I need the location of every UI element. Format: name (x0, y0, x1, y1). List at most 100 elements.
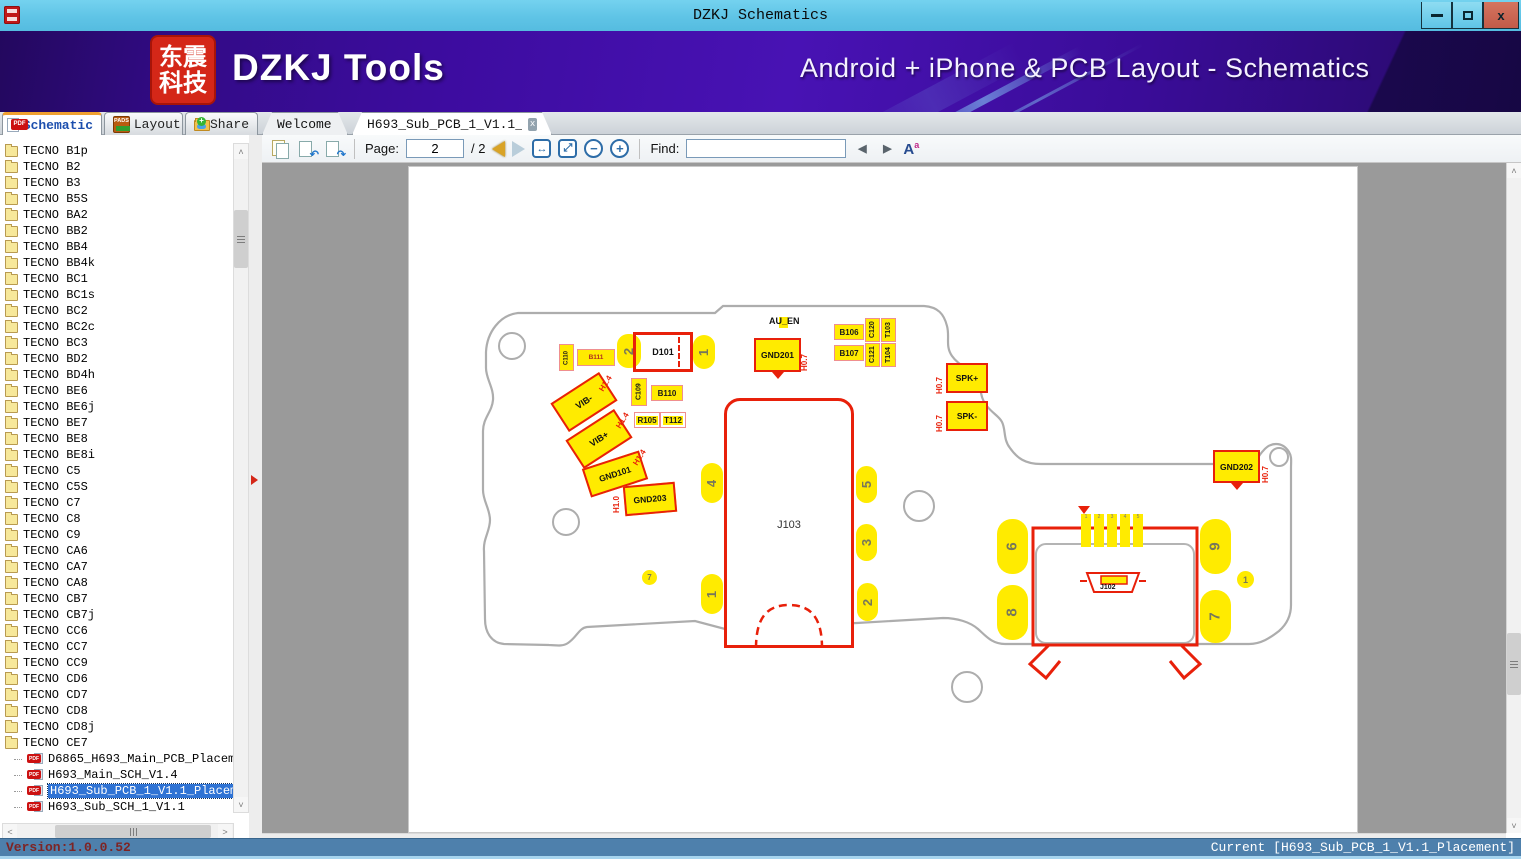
d101-label: D101 (652, 347, 674, 357)
viewer-vertical-scrollbar[interactable]: ˄ ˅ (1506, 163, 1521, 833)
component-c110: C110 (559, 344, 574, 371)
folder-icon (5, 191, 18, 205)
sidebar-folder-item[interactable]: TECNO CB7j (0, 607, 233, 623)
folder-icon (5, 367, 18, 381)
match-case-button[interactable]: Aa (903, 140, 919, 158)
sidebar-folder-item[interactable]: TECNO BE6 (0, 383, 233, 399)
sidebar-folder-item[interactable]: TECNO BE8i (0, 447, 233, 463)
scrollbar-thumb[interactable] (55, 825, 211, 838)
tab-welcome[interactable]: Welcome (262, 112, 348, 135)
pdf-canvas: C110 B111 2 D101 1 AU_EN GND201 H0.7 B10… (262, 163, 1506, 833)
folder-icon (5, 447, 18, 461)
scroll-left-arrow[interactable]: ˂ (3, 824, 17, 839)
sidebar-folder-item[interactable]: TECNO C9 (0, 527, 233, 543)
scroll-down-arrow[interactable]: ˅ (234, 797, 248, 812)
sidebar-folder-item[interactable]: TECNO BA2 (0, 207, 233, 223)
sidebar-folder-item[interactable]: TECNO CB7 (0, 591, 233, 607)
minimize-button[interactable] (1421, 2, 1452, 29)
sidebar-folder-item[interactable]: TECNO B3 (0, 175, 233, 191)
sidebar-folder-item[interactable]: TECNO CC9 (0, 655, 233, 671)
scroll-down-arrow[interactable]: ˅ (1507, 818, 1521, 833)
page-number-input[interactable] (405, 139, 464, 158)
folder-icon (5, 495, 18, 509)
sidebar-folder-item[interactable]: TECNO BD4h (0, 367, 233, 383)
sidebar-folder-item[interactable]: TECNO CD8j (0, 719, 233, 735)
sidebar-file-item-selected[interactable]: PDF H693_Sub_PCB_1_V1.1_Placement (0, 783, 262, 799)
j103-dashed-arch (754, 603, 824, 649)
sidebar-folder-item[interactable]: TECNO C5 (0, 463, 233, 479)
panel-splitter[interactable] (249, 135, 262, 838)
sidebar-folder-item[interactable]: TECNO CC6 (0, 623, 233, 639)
sidebar-folder-item[interactable]: TECNO BB2 (0, 223, 233, 239)
sidebar-folder-item[interactable]: TECNO C7 (0, 495, 233, 511)
sidebar-file-item[interactable]: PDF D6865_H693_Main_PCB_Placement_V2. (0, 751, 286, 767)
sidebar-folder-item[interactable]: TECNO CD8 (0, 703, 233, 719)
scroll-right-arrow[interactable]: ˃ (218, 824, 232, 839)
sidebar-folder-item[interactable]: TECNO BE8 (0, 431, 233, 447)
find-previous-button[interactable]: ◀ (853, 141, 871, 157)
tab-schematic[interactable]: PDF Schematic (2, 112, 102, 135)
sidebar-folder-item[interactable]: TECNO B5S (0, 191, 233, 207)
scroll-up-arrow[interactable]: ˄ (1507, 163, 1521, 178)
sidebar-folder-item[interactable]: TECNO B2 (0, 159, 233, 175)
sidebar-folder-item[interactable]: TECNO C8 (0, 511, 233, 527)
pdf-icon: PDF (6, 117, 28, 133)
sidebar-folder-item[interactable]: TECNO BC1s (0, 287, 233, 303)
sidebar-folder-item[interactable]: TECNO B1p (0, 143, 233, 159)
folder-label: TECNO BC1s (23, 288, 96, 302)
fit-page-button[interactable]: ⤢ (558, 139, 578, 158)
minimize-icon (1430, 13, 1443, 17)
sidebar-horizontal-scrollbar[interactable]: ˂ ˃ (2, 823, 234, 839)
tree-line (14, 806, 22, 808)
zoom-in-button[interactable]: + (610, 139, 630, 158)
zoom-out-button[interactable]: − (584, 139, 604, 158)
sidebar-folder-item[interactable]: TECNO BB4k (0, 255, 233, 271)
sidebar-folder-item[interactable]: TECNO BC2c (0, 319, 233, 335)
sidebar-folder-item[interactable]: TECNO CE7 (0, 735, 233, 751)
scrollbar-thumb[interactable] (1507, 633, 1521, 695)
sidebar-folder-item[interactable]: TECNO CC7 (0, 639, 233, 655)
sidebar-file-item[interactable]: PDF H693_Sub_SCH_1_V1.1 (0, 799, 233, 815)
copy-page-button[interactable] (270, 139, 290, 159)
sidebar-folder-item[interactable]: TECNO BC2 (0, 303, 233, 319)
maximize-button[interactable] (1452, 2, 1483, 29)
sidebar-folder-item[interactable]: TECNO BD2 (0, 351, 233, 367)
find-next-button[interactable]: ▶ (878, 141, 896, 157)
rotate-right-button[interactable]: ↷ (324, 139, 346, 161)
tab-layout[interactable]: PADS Layout (104, 112, 183, 135)
tab-share[interactable]: + Share (185, 112, 258, 135)
collapse-arrow-icon[interactable] (251, 475, 258, 485)
rotate-left-button[interactable]: ↶ (297, 139, 319, 161)
sidebar-folder-item[interactable]: TECNO BC3 (0, 335, 233, 351)
sidebar-file-item[interactable]: PDF H693_Main_SCH_V1.4 (0, 767, 233, 783)
folder-icon (5, 223, 18, 237)
next-page-button[interactable] (512, 140, 526, 157)
sidebar-folder-item[interactable]: TECNO CD7 (0, 687, 233, 703)
sidebar-folder-item[interactable]: TECNO CA8 (0, 575, 233, 591)
folder-icon (5, 351, 18, 365)
sidebar-folder-item[interactable]: TECNO BC1 (0, 271, 233, 287)
close-tab-icon[interactable]: x (528, 118, 537, 131)
share-folder-icon: + (194, 117, 210, 131)
scroll-up-arrow[interactable]: ˄ (234, 144, 248, 159)
pad-j103-1: 1 (701, 574, 723, 614)
close-button[interactable]: x (1483, 2, 1519, 29)
scrollbar-thumb[interactable] (234, 210, 248, 268)
folder-icon (5, 255, 18, 269)
component-t104: T104 (881, 343, 896, 367)
sidebar-folder-item[interactable]: TECNO BE6j (0, 399, 233, 415)
sidebar-folder-item[interactable]: TECNO C5S (0, 479, 233, 495)
previous-page-button[interactable] (492, 140, 506, 157)
sidebar-folder-item[interactable]: TECNO BB4 (0, 239, 233, 255)
folder-label: TECNO C5 (23, 464, 81, 478)
tab-document[interactable]: H693_Sub_PCB_1_V1.1_Placement x (352, 112, 552, 135)
sidebar-folder-item[interactable]: TECNO CA6 (0, 543, 233, 559)
sidebar-folder-item[interactable]: TECNO CA7 (0, 559, 233, 575)
sidebar-folder-item[interactable]: TECNO BE7 (0, 415, 233, 431)
sidebar-folder-item[interactable]: TECNO CD6 (0, 671, 233, 687)
find-input[interactable] (686, 139, 847, 158)
component-b107: B107 (834, 345, 864, 361)
sidebar-vertical-scrollbar[interactable]: ˄ ˅ (233, 143, 249, 813)
fit-width-button[interactable]: ↔ (532, 139, 552, 158)
window-title: DZKJ Schematics (692, 7, 829, 24)
